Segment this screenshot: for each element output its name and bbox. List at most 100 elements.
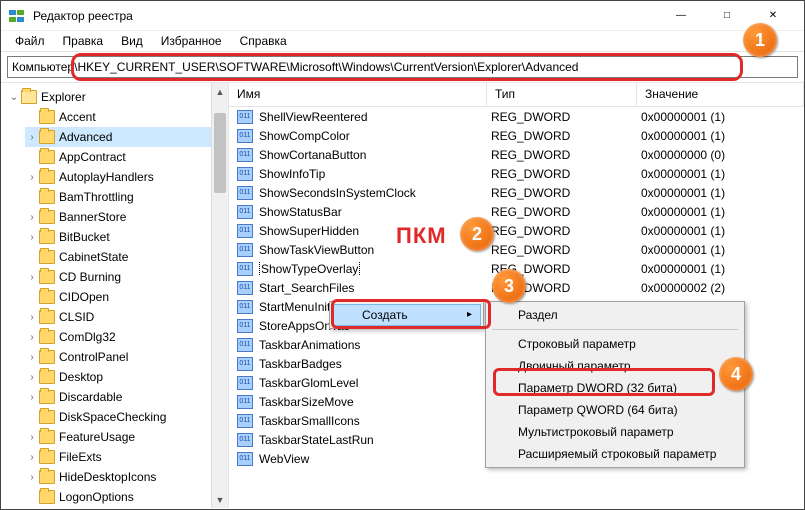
ctx-create[interactable]: Создать: [332, 304, 481, 326]
registry-value-row[interactable]: ShellViewReenteredREG_DWORD0x00000001 (1…: [229, 107, 804, 126]
expand-icon[interactable]: ›: [25, 392, 39, 403]
tree-item[interactable]: › BitBucket: [25, 227, 228, 247]
tree-item-label: CD Burning: [59, 270, 121, 284]
list-panel: Имя Тип Значение ShellViewReenteredREG_D…: [229, 83, 804, 508]
tree-item[interactable]: Accent: [25, 107, 228, 127]
folder-icon: [39, 310, 55, 324]
registry-value-row[interactable]: ShowCompColorREG_DWORD0x00000001 (1): [229, 126, 804, 145]
tree-item[interactable]: ›FeatureUsage: [25, 427, 228, 447]
close-button[interactable]: ✕: [750, 1, 796, 31]
regedit-icon: [9, 8, 25, 24]
expand-icon[interactable]: ›: [25, 472, 39, 483]
tree-item[interactable]: AppContract: [25, 147, 228, 167]
tree-item[interactable]: ›ComDlg32: [25, 327, 228, 347]
ctx-new-multi[interactable]: Мультистроковый параметр: [488, 421, 742, 443]
ctx-new-expand[interactable]: Расширяемый строковый параметр: [488, 443, 742, 465]
tree-item[interactable]: ›FileExts: [25, 447, 228, 467]
tree-item[interactable]: ›HideDesktopIcons: [25, 467, 228, 487]
tree-item[interactable]: CIDOpen: [25, 287, 228, 307]
expand-icon[interactable]: ›: [25, 312, 39, 323]
tree-item[interactable]: ›Discardable: [25, 387, 228, 407]
tree-item[interactable]: ›CLSID: [25, 307, 228, 327]
row-name: ShowTypeOverlay: [257, 262, 483, 276]
tree-item[interactable]: DiskSpaceChecking: [25, 407, 228, 427]
tree-root-label: Explorer: [41, 90, 86, 104]
expand-icon[interactable]: ›: [25, 272, 39, 283]
addressbar-wrap: [1, 52, 804, 83]
tree-scrollbar[interactable]: ▲ ▼: [211, 83, 228, 508]
window-title: Редактор реестра: [33, 9, 133, 23]
maximize-button[interactable]: □: [704, 1, 750, 31]
address-input[interactable]: [7, 56, 798, 78]
expand-icon[interactable]: ›: [25, 372, 39, 383]
tree-item-label: BannerStore: [59, 210, 126, 224]
row-value: 0x00000001 (1): [633, 110, 804, 124]
tree-item[interactable]: › BannerStore: [25, 207, 228, 227]
tree-item-label: AutoplayHandlers: [59, 170, 154, 184]
folder-icon: [39, 230, 55, 244]
registry-value-row[interactable]: ShowCortanaButtonREG_DWORD0x00000000 (0): [229, 145, 804, 164]
ctx-new-string[interactable]: Строковый параметр: [488, 333, 742, 355]
dword-icon: [237, 205, 253, 219]
minimize-button[interactable]: —: [658, 1, 704, 31]
expand-icon[interactable]: ›: [25, 432, 39, 443]
scroll-thumb[interactable]: [214, 113, 226, 193]
col-value[interactable]: Значение: [637, 83, 804, 106]
dword-icon: [237, 129, 253, 143]
scroll-up-icon[interactable]: ▲: [212, 83, 228, 100]
tree-root[interactable]: ⌄ Explorer: [7, 87, 228, 107]
tree-item-label: DiskSpaceChecking: [59, 410, 166, 424]
col-name[interactable]: Имя: [229, 83, 487, 106]
folder-icon: [39, 130, 55, 144]
dword-icon: [237, 433, 253, 447]
expand-icon[interactable]: ›: [25, 172, 39, 183]
dword-icon: [237, 243, 253, 257]
dword-icon: [237, 319, 253, 333]
scroll-down-icon[interactable]: ▼: [212, 491, 228, 508]
menu-edit[interactable]: Правка: [55, 32, 112, 50]
registry-value-row[interactable]: ShowSuperHiddenREG_DWORD0x00000001 (1): [229, 221, 804, 240]
tree-item-label: CIDOpen: [59, 290, 109, 304]
expand-icon[interactable]: ›: [25, 352, 39, 363]
expand-icon[interactable]: ›: [25, 212, 39, 223]
registry-value-row[interactable]: ShowTaskViewButtonREG_DWORD0x00000001 (1…: [229, 240, 804, 259]
tree-item-label: BitBucket: [59, 230, 110, 244]
row-value: 0x00000001 (1): [633, 262, 804, 276]
expand-icon[interactable]: ›: [25, 232, 39, 243]
ctx-new-qword[interactable]: Параметр QWORD (64 бита): [488, 399, 742, 421]
expand-icon[interactable]: ›: [25, 452, 39, 463]
tree-item[interactable]: CabinetState: [25, 247, 228, 267]
registry-value-row[interactable]: ShowInfoTipREG_DWORD0x00000001 (1): [229, 164, 804, 183]
menu-file[interactable]: Файл: [7, 32, 53, 50]
tree-item[interactable]: BamThrottling: [25, 187, 228, 207]
registry-value-row[interactable]: ShowStatusBarREG_DWORD0x00000001 (1): [229, 202, 804, 221]
tree-item[interactable]: ›Desktop: [25, 367, 228, 387]
row-name: TaskbarAnimations: [257, 338, 483, 352]
registry-value-row[interactable]: ShowTypeOverlayREG_DWORD0x00000001 (1): [229, 259, 804, 278]
col-type[interactable]: Тип: [487, 83, 637, 106]
tree-panel: ⌄ Explorer Accent›AdvancedAppContract › Au…: [1, 83, 229, 508]
menu-help[interactable]: Справка: [232, 32, 295, 50]
expand-icon[interactable]: ›: [25, 132, 39, 143]
ctx-new-dword[interactable]: Параметр DWORD (32 бита): [488, 377, 742, 399]
tree-item[interactable]: ›ControlPanel: [25, 347, 228, 367]
expand-icon[interactable]: ›: [25, 332, 39, 343]
folder-icon: [39, 330, 55, 344]
menu-view[interactable]: Вид: [113, 32, 151, 50]
row-name: Start_SearchFiles: [257, 281, 483, 295]
row-name: ShowCompColor: [257, 129, 483, 143]
registry-value-row[interactable]: ShowSecondsInSystemClockREG_DWORD0x00000…: [229, 183, 804, 202]
tree-item[interactable]: › CD Burning: [25, 267, 228, 287]
context-menu-main: Создать: [329, 301, 484, 329]
row-name: ShowSecondsInSystemClock: [257, 186, 483, 200]
ctx-new-key[interactable]: Раздел: [488, 304, 742, 326]
dword-icon: [237, 148, 253, 162]
tree-item[interactable]: LogonOptions: [25, 487, 228, 507]
row-name: ShowStatusBar: [257, 205, 483, 219]
menu-favorites[interactable]: Избранное: [153, 32, 230, 50]
tree-item[interactable]: › AutoplayHandlers: [25, 167, 228, 187]
tree-item[interactable]: ›Advanced: [25, 127, 228, 147]
main-panel: ⌄ Explorer Accent›AdvancedAppContract › Au…: [1, 83, 804, 508]
registry-value-row[interactable]: Start_SearchFilesREG_DWORD0x00000002 (2): [229, 278, 804, 297]
ctx-new-binary[interactable]: Двоичный параметр: [488, 355, 742, 377]
